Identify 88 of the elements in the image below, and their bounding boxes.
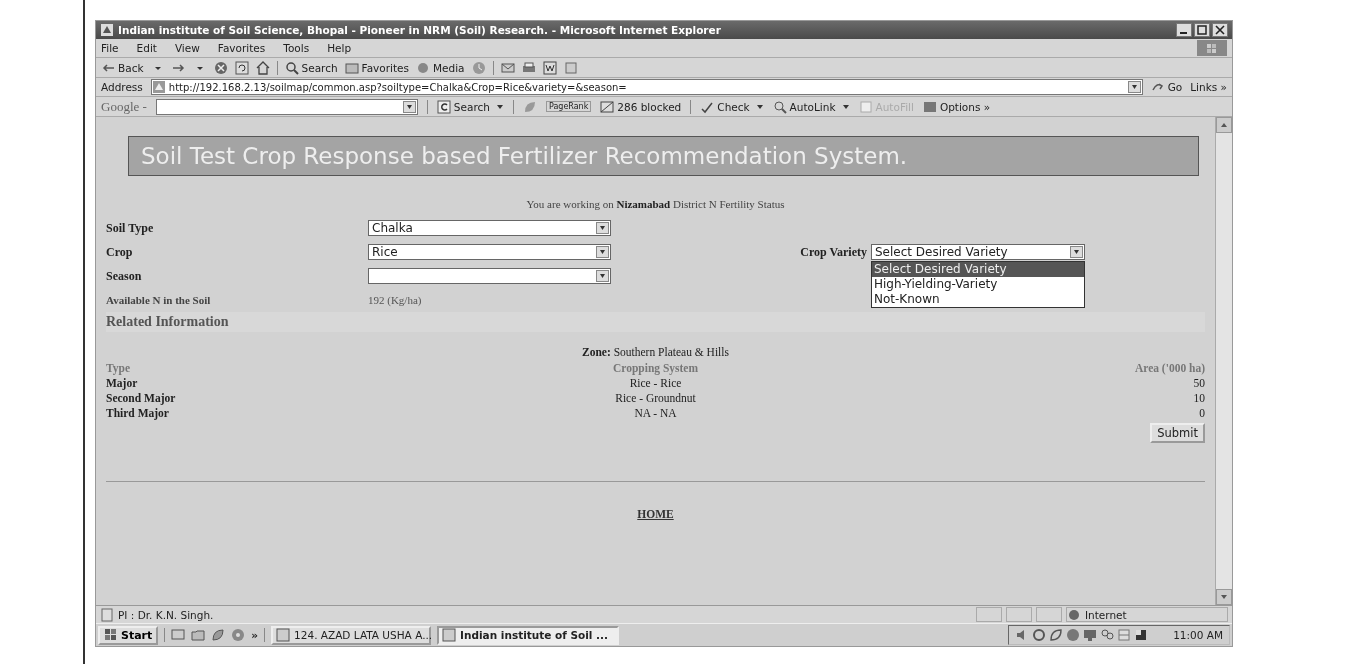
google-icon[interactable] (436, 99, 451, 114)
start-button[interactable]: Start (98, 625, 159, 645)
field-label: Season (106, 268, 143, 284)
blocked-window-icon[interactable] (600, 99, 615, 114)
google-logo[interactable]: Google - (101, 98, 147, 115)
column-header: Type (106, 361, 132, 374)
page-banner: Soil Test Crop Response based Fertilizer Recommendation System. (128, 136, 1199, 176)
field-label: Crop (106, 244, 134, 260)
folder-icon[interactable] (191, 628, 206, 642)
section-heading: Related Information (106, 312, 1205, 332)
column-header: Cropping System (611, 361, 700, 374)
windows-logo-icon (1197, 40, 1227, 56)
table-cell-text: 10 (1192, 391, 1205, 404)
stop-icon[interactable] (213, 60, 228, 75)
menu-item[interactable]: Edit (136, 42, 157, 54)
caret-icon[interactable] (755, 102, 764, 111)
go-button[interactable]: Go (1150, 80, 1183, 94)
status-pane (1006, 607, 1032, 622)
taskbar-button[interactable]: Indian institute of Soil ... (437, 625, 620, 645)
status-pane (1036, 607, 1062, 622)
spell-check-button[interactable]: Check (700, 99, 764, 114)
maximize-icon[interactable] (1194, 23, 1210, 37)
security-zone: Internet (1085, 608, 1127, 621)
field-label: Crop Variety (799, 244, 868, 260)
popup-blocker-button[interactable]: 286 blocked (600, 99, 682, 114)
favorites-button[interactable]: Favorites (344, 60, 409, 75)
menu-item[interactable]: View (174, 42, 200, 54)
table-cell-text: 50 (1192, 376, 1205, 389)
browser-icon (100, 23, 114, 37)
field-label: Soil Type (106, 220, 155, 236)
mail-icon[interactable] (500, 60, 515, 75)
leaf-icon[interactable] (211, 628, 226, 642)
minimize-icon[interactable] (1176, 23, 1192, 37)
home-link[interactable]: HOME (637, 508, 674, 520)
edit-icon[interactable] (542, 60, 557, 75)
refresh-icon[interactable] (234, 60, 249, 75)
people-icon[interactable] (1100, 628, 1115, 642)
available-n-value: 192 (Kg/ha) (368, 294, 422, 306)
table-cell-text: Second Major (106, 391, 177, 404)
search-button[interactable]: Search (284, 60, 338, 75)
links-button[interactable]: Links » (1190, 81, 1227, 93)
address-label: Address (101, 81, 143, 93)
status-text: PI : Dr. K.N. Singh. (118, 608, 215, 621)
print-icon[interactable] (521, 60, 536, 75)
home-icon[interactable] (255, 60, 270, 75)
menu-item[interactable]: Help (327, 42, 352, 54)
scroll-down-button[interactable] (1216, 589, 1232, 605)
zone-text: Zone: Southern Plateau & Hills (581, 346, 730, 358)
context-text: You are working on Nizamabad District N Fertility Status (525, 198, 786, 210)
more-button[interactable]: » (251, 629, 259, 641)
menu-item[interactable]: File (101, 42, 119, 54)
field-label: Available N in the Soil (106, 294, 212, 306)
back-button[interactable]: Back (101, 60, 144, 75)
globe-icon (1067, 607, 1081, 622)
window-icon[interactable] (1134, 628, 1149, 642)
windows-logo-icon[interactable] (104, 628, 118, 642)
table-cell-text: 0 (1198, 406, 1205, 419)
dropdown-option[interactable]: Select Desired Variety (872, 262, 1084, 277)
status-pane (976, 607, 1002, 622)
caret-icon[interactable] (841, 102, 850, 111)
dropdown-option[interactable]: High-Yielding-Variety (872, 277, 1084, 292)
table-cell-text: Rice - Groundnut (614, 391, 697, 404)
search-icon[interactable] (772, 99, 787, 114)
leaf-icon[interactable] (1049, 628, 1064, 642)
clock: 11:00 AM (1173, 629, 1223, 641)
dropdown-option[interactable]: Not-Known (872, 292, 1084, 307)
ring-icon[interactable] (1032, 628, 1047, 642)
taskbar-button[interactable]: 124. AZAD LATA USHA A... (271, 625, 432, 645)
table-cell-text: Major (106, 376, 139, 389)
column-header: Area ('000 ha) (1133, 361, 1205, 374)
table-cell-text: NA - NA (633, 406, 678, 419)
autolink-button[interactable]: AutoLink (772, 99, 850, 114)
menu-item[interactable]: Favorites (217, 42, 266, 54)
submit-button[interactable]: Submit (1150, 423, 1205, 443)
window-title: Indian institute of Soil Science, Bhopal - Pioneer in NRM (Soil) Research. - Microsoft Internet Explorer (118, 24, 722, 36)
media-button[interactable]: Media (416, 60, 465, 75)
monitor-icon[interactable] (1083, 628, 1098, 642)
scroll-up-button[interactable] (1216, 117, 1232, 133)
close-icon[interactable] (1212, 23, 1228, 37)
page-icon (100, 607, 114, 622)
table-cell-text: Third Major (106, 406, 170, 419)
pagerank-button[interactable]: PageRank (545, 101, 592, 112)
search-icon[interactable] (284, 60, 299, 75)
caret-icon[interactable] (495, 102, 504, 111)
table-cell-text: Rice - Rice (628, 376, 683, 389)
google-search-button[interactable]: Search (436, 99, 504, 114)
menu-item[interactable]: Tools (283, 42, 310, 54)
options-button[interactable]: Options » (922, 99, 991, 114)
